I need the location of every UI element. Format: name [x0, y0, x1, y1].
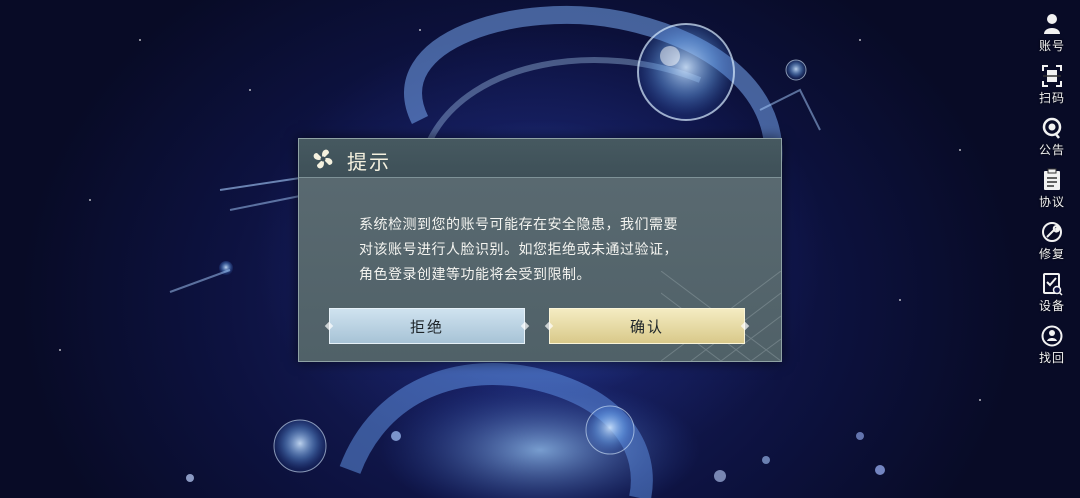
- sidebar-item-recover[interactable]: 找回: [1030, 320, 1074, 372]
- sidebar-item-announcement[interactable]: 公告: [1030, 112, 1074, 164]
- reject-button[interactable]: 拒绝: [329, 308, 525, 344]
- sidebar-item-agreement[interactable]: 协议: [1030, 164, 1074, 216]
- face-verification-dialog: 提示 系统检测到您的账号可能存在安全隐患，我们需要 对该账号进行人脸识别。如您拒…: [298, 138, 782, 362]
- confirm-button[interactable]: 确认: [549, 308, 745, 344]
- pinwheel-logo-icon: [313, 149, 333, 169]
- game-login-scene: 账号 扫码 公告 协议 修复 设备 找回 提示 系统检测到您的账号可能存在安全隐…: [0, 0, 1080, 498]
- message-line: 系统检测到您的账号可能存在安全隐患，我们需要: [359, 217, 678, 233]
- message-line: 角色登录创建等功能将会受到限制。: [359, 267, 591, 283]
- account-icon: [1044, 14, 1060, 34]
- sidebar-item-account[interactable]: 账号: [1030, 8, 1074, 60]
- dialog-title: 提示: [347, 150, 391, 174]
- sidebar-item-label: 设备: [1038, 299, 1065, 313]
- agreement-icon: [1044, 168, 1060, 190]
- sidebar-item-repair[interactable]: 修复: [1030, 216, 1074, 268]
- side-menu: 账号 扫码 公告 协议 修复 设备 找回: [1030, 8, 1074, 372]
- sidebar-item-label: 修复: [1038, 247, 1065, 261]
- sidebar-item-label: 找回: [1038, 351, 1065, 365]
- sidebar-item-scan[interactable]: 扫码: [1030, 60, 1074, 112]
- dialog-header: 提示: [299, 139, 781, 178]
- scan-icon: [1042, 65, 1062, 87]
- message-line: 对该账号进行人脸识别。如您拒绝或未通过验证，: [359, 242, 678, 258]
- dialog-message: 系统检测到您的账号可能存在安全隐患，我们需要 对该账号进行人脸识别。如您拒绝或未…: [359, 213, 739, 288]
- announcement-icon: [1042, 117, 1062, 139]
- sidebar-item-device[interactable]: 设备: [1030, 268, 1074, 320]
- sidebar-item-label: 扫码: [1038, 91, 1065, 105]
- sidebar-item-label: 协议: [1038, 195, 1065, 209]
- sidebar-item-label: 账号: [1038, 39, 1065, 53]
- recover-icon: [1041, 325, 1063, 347]
- device-icon: [1043, 273, 1063, 296]
- repair-icon: [1042, 222, 1062, 242]
- sidebar-item-label: 公告: [1038, 143, 1065, 157]
